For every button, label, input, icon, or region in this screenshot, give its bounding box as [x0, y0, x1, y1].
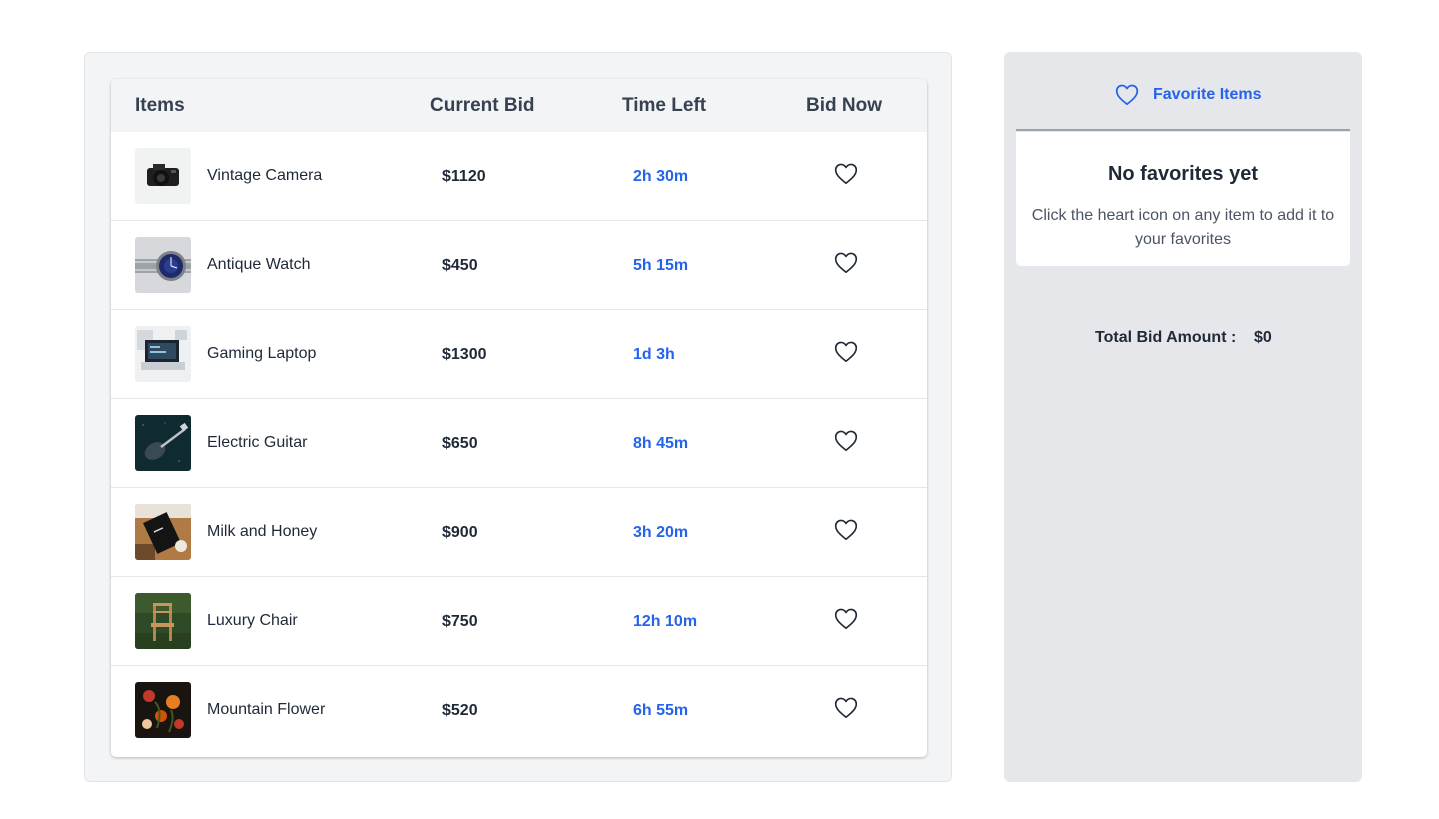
time-left: 1d 3h [633, 346, 675, 363]
heart-outline-icon[interactable] [833, 250, 859, 276]
table-row: Milk and Honey $900 3h 20m [111, 488, 927, 577]
auction-table: Items Current Bid Time Left Bid Now Vint… [111, 79, 927, 757]
item-name: Electric Guitar [207, 434, 308, 451]
current-bid: $520 [442, 702, 478, 719]
auction-panel: Items Current Bid Time Left Bid Now Vint… [84, 52, 952, 782]
header-items: Items [135, 95, 185, 116]
table-row: Mountain Flower $520 6h 55m [111, 666, 927, 755]
time-left: 3h 20m [633, 524, 689, 541]
time-left: 6h 55m [633, 702, 689, 719]
favorites-title: Favorite Items [1153, 86, 1262, 103]
table-row: Electric Guitar $650 8h 45m [111, 399, 927, 488]
heart-outline-icon[interactable] [833, 428, 859, 454]
table-row: Vintage Camera $1120 2h 30m [111, 132, 927, 221]
guitar-photo [135, 415, 191, 471]
item-name: Milk and Honey [207, 523, 318, 540]
table-row: Antique Watch $450 5h 15m [111, 221, 927, 310]
current-bid: $1120 [442, 168, 486, 185]
current-bid: $750 [442, 613, 478, 630]
current-bid: $900 [442, 524, 478, 541]
favorites-panel: Favorite Items No favorites yet Click th… [1004, 52, 1362, 782]
empty-state-title: No favorites yet [1107, 163, 1259, 185]
heart-outline-icon[interactable] [833, 339, 859, 365]
time-left: 2h 30m [633, 168, 689, 185]
header-current-bid: Current Bid [430, 95, 535, 116]
table-row: Luxury Chair $750 12h 10m [111, 577, 927, 666]
favorites-header: Favorite Items [1004, 81, 1362, 109]
heart-outline-icon[interactable] [833, 161, 859, 187]
item-name: Antique Watch [207, 256, 311, 273]
item-name: Vintage Camera [207, 167, 323, 184]
book-photo [135, 504, 191, 560]
empty-state-text: Click the heart icon on any item to add … [1031, 207, 1335, 248]
total-bid-label: Total Bid Amount : [1095, 329, 1237, 346]
total-bid-value: $0 [1254, 329, 1272, 346]
item-name: Gaming Laptop [207, 345, 317, 362]
item-name: Luxury Chair [207, 612, 298, 629]
table-header: Items Current Bid Time Left Bid Now [111, 79, 927, 132]
flower-photo [135, 682, 191, 738]
watch-photo [135, 237, 191, 293]
header-time-left: Time Left [622, 95, 707, 116]
time-left: 12h 10m [633, 613, 698, 630]
heart-outline-icon[interactable] [833, 695, 859, 721]
current-bid: $450 [442, 257, 478, 274]
current-bid: $650 [442, 435, 478, 452]
laptop-photo [135, 326, 191, 382]
item-name: Mountain Flower [207, 701, 326, 718]
divider [1016, 129, 1350, 131]
current-bid: $1300 [442, 346, 487, 363]
header-bid-now: Bid Now [806, 95, 882, 116]
table-row: Gaming Laptop $1300 1d 3h [111, 310, 927, 399]
heart-outline-icon[interactable] [833, 517, 859, 543]
heart-outline-icon[interactable] [833, 606, 859, 632]
time-left: 5h 15m [633, 257, 689, 274]
time-left: 8h 45m [633, 435, 689, 452]
favorites-empty-state: No favorites yet Click the heart icon on… [1016, 132, 1350, 266]
chair-photo [135, 593, 191, 649]
heart-outline-icon [1114, 82, 1140, 108]
camera-photo [135, 148, 191, 204]
